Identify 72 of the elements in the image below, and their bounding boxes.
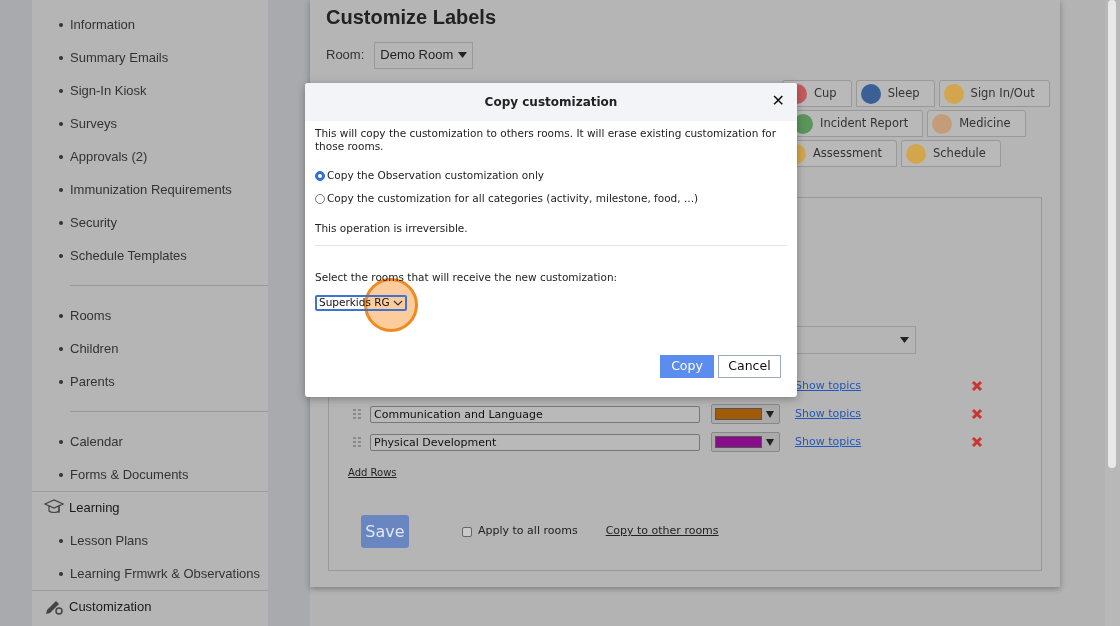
caret-icon xyxy=(766,410,774,418)
sidebar-item[interactable]: Learning Frmwrk & Observations xyxy=(70,563,260,584)
drag-handle-icon[interactable] xyxy=(353,409,361,419)
category-tab[interactable]: Medicine xyxy=(927,110,1026,137)
sidebar-item[interactable]: Immunization Requirements xyxy=(70,179,232,200)
sidebar-item[interactable]: Children xyxy=(70,338,119,359)
bullet-icon xyxy=(59,571,63,576)
cancel-button[interactable]: Cancel xyxy=(718,354,781,378)
select-rooms-label: Select the rooms that will receive the new customization: xyxy=(315,269,619,285)
category-tab[interactable]: Sleep xyxy=(855,80,935,107)
show-topics-link[interactable]: Show topics xyxy=(795,433,862,451)
radio-label: Copy the customization for all categories (activity, milestone, food, ...) xyxy=(327,190,699,206)
show-topics-link[interactable]: Show topics xyxy=(795,405,862,423)
caret-icon xyxy=(900,337,909,343)
bullet-icon xyxy=(59,22,63,27)
sidebar-item[interactable]: Sign-In Kiosk xyxy=(70,80,147,101)
bullet-icon xyxy=(59,187,63,192)
scrollbar-thumb[interactable] xyxy=(1108,0,1116,468)
apply-all-label: Apply to all rooms xyxy=(478,523,578,540)
bullet-icon xyxy=(59,379,63,384)
label-input-field[interactable]: Communication and Language xyxy=(370,405,700,423)
sidebar-item[interactable]: Lesson Plans xyxy=(70,530,149,551)
label-input-field[interactable]: Physical Development xyxy=(370,433,700,451)
category-select[interactable] xyxy=(796,326,916,354)
bullet-icon xyxy=(59,538,63,543)
sidebar-item[interactable]: Forms & Documents xyxy=(70,464,189,485)
bullet-icon xyxy=(59,154,63,159)
bullet-icon xyxy=(59,220,63,225)
pencil-gear-icon xyxy=(44,598,64,616)
bullet-icon xyxy=(59,121,63,126)
sidebar-item[interactable]: Parents xyxy=(70,371,115,392)
caret-icon xyxy=(458,52,468,58)
sidebar-item[interactable]: Schedule Templates xyxy=(70,245,187,266)
sidebar-heading[interactable]: Customization xyxy=(69,597,152,617)
sidebar-item[interactable]: Rooms xyxy=(70,305,112,326)
sidebar-heading[interactable]: Learning xyxy=(69,498,120,518)
radio-button[interactable] xyxy=(315,193,325,204)
caret-icon xyxy=(766,438,774,446)
delete-icon[interactable] xyxy=(971,436,984,448)
warning-text: This operation is irreversible. xyxy=(315,221,469,236)
sidebar-item[interactable]: Surveys xyxy=(70,113,117,134)
chevron-icon xyxy=(393,299,403,306)
radio-button[interactable] xyxy=(315,170,325,181)
category-tab[interactable]: Sign In/Out xyxy=(938,80,1050,107)
bullet-icon xyxy=(59,88,63,93)
sidebar-item[interactable]: Information xyxy=(70,14,136,35)
bullet-icon xyxy=(59,313,63,318)
sidebar-item[interactable]: Security xyxy=(70,212,117,233)
color-select[interactable] xyxy=(711,404,780,424)
delete-icon[interactable] xyxy=(971,380,984,392)
bullet-icon xyxy=(59,472,63,477)
room-label: Room: xyxy=(326,46,365,65)
dialog-message: This will copy the customization to others rooms. It will erase existing customization for those rooms. xyxy=(315,127,778,153)
radio-label: Copy the Observation customization only xyxy=(327,167,544,183)
dialog-title: Copy customization xyxy=(484,94,618,111)
sidebar-item[interactable]: Calendar xyxy=(70,431,123,452)
bullet-icon xyxy=(59,253,63,258)
sidebar-item[interactable]: Summary Emails xyxy=(70,47,169,68)
color-select[interactable] xyxy=(711,432,780,452)
add-rows-link[interactable]: Add Rows xyxy=(348,464,397,480)
bullet-icon xyxy=(59,55,63,60)
bullet-icon xyxy=(59,346,63,351)
drag-handle-icon[interactable] xyxy=(353,437,361,447)
category-tab[interactable]: Schedule xyxy=(901,140,1001,167)
close-button[interactable]: ✕ xyxy=(771,92,785,110)
sidebar-item[interactable]: Approvals (2) xyxy=(70,146,148,167)
delete-icon[interactable] xyxy=(971,408,984,420)
bullet-icon xyxy=(59,439,63,444)
room-select[interactable]: Demo Room xyxy=(374,41,474,69)
page-title: Customize Labels xyxy=(326,5,498,29)
copy-to-rooms-link[interactable]: Copy to other rooms xyxy=(605,523,719,540)
checkbox[interactable] xyxy=(462,526,472,537)
